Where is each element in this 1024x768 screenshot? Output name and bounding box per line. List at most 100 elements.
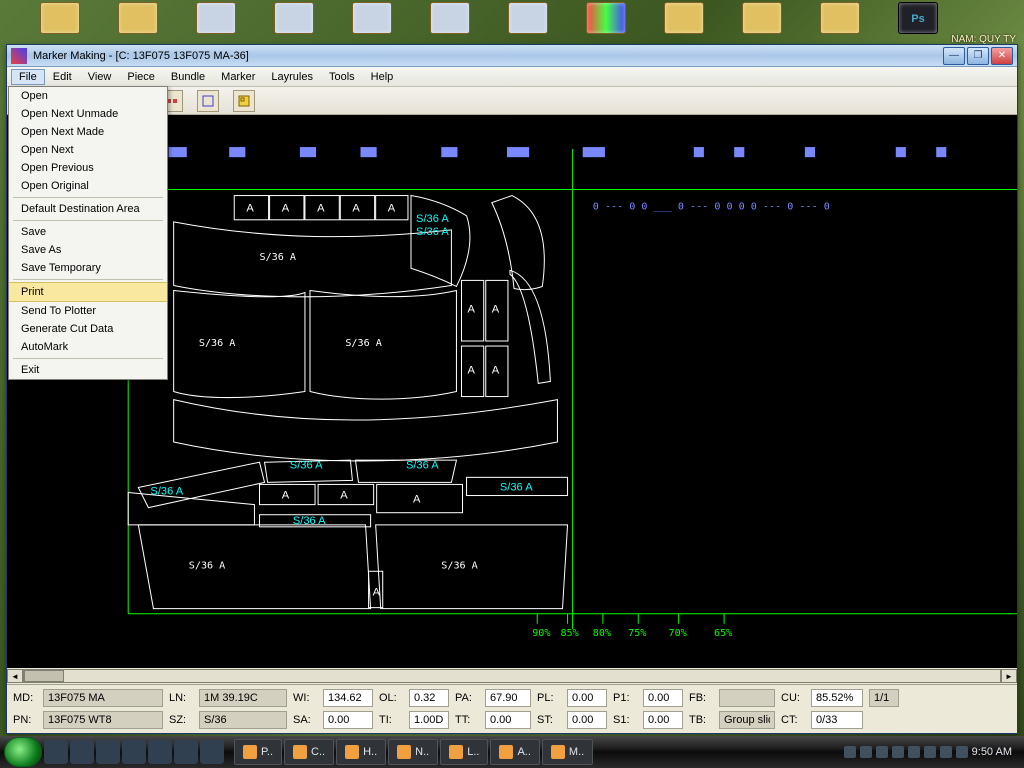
menu-exit[interactable]: Exit (9, 361, 167, 379)
desk-app-icon[interactable] (40, 2, 80, 34)
menu-save-temp[interactable]: Save Temporary (9, 259, 167, 277)
field-wi[interactable] (323, 689, 373, 707)
task-button[interactable]: H.. (336, 739, 386, 765)
desk-app-icon[interactable] (508, 2, 548, 34)
menu-bundle[interactable]: Bundle (163, 69, 213, 85)
field-st[interactable] (567, 711, 607, 729)
menu-print[interactable]: Print (9, 282, 167, 302)
menu-open[interactable]: Open (9, 87, 167, 105)
menu-tools[interactable]: Tools (321, 69, 363, 85)
field-ct[interactable] (811, 711, 863, 729)
task-button[interactable]: M.. (542, 739, 593, 765)
menu-layrules[interactable]: Layrules (263, 69, 321, 85)
menu-save-as[interactable]: Save As (9, 241, 167, 259)
quicklaunch-icon[interactable] (200, 740, 224, 764)
menu-piece[interactable]: Piece (119, 69, 163, 85)
scroll-right-icon[interactable]: ► (1001, 669, 1017, 683)
tray-icon[interactable] (924, 746, 936, 758)
field-pa[interactable] (485, 689, 531, 707)
menu-open-next-made[interactable]: Open Next Made (9, 123, 167, 141)
task-button[interactable]: C.. (284, 739, 334, 765)
menu-open-next-unmade[interactable]: Open Next Unmade (9, 105, 167, 123)
svg-text:S/36 A: S/36 A (500, 481, 533, 493)
svg-text:S/36 A: S/36 A (260, 252, 296, 263)
app-icon (11, 48, 27, 64)
menu-send-plotter[interactable]: Send To Plotter (9, 302, 167, 320)
maximize-button[interactable]: ❐ (967, 47, 989, 65)
field-tb[interactable] (719, 711, 775, 729)
field-ln[interactable] (199, 689, 287, 707)
system-tray[interactable]: 9:50 AM (836, 746, 1020, 758)
menu-help[interactable]: Help (363, 69, 402, 85)
start-button[interactable] (4, 737, 42, 767)
quicklaunch-icon[interactable] (122, 740, 146, 764)
menu-save[interactable]: Save (9, 223, 167, 241)
task-button[interactable]: N.. (388, 739, 438, 765)
menu-gen-cut[interactable]: Generate Cut Data (9, 320, 167, 338)
field-sz[interactable] (199, 711, 287, 729)
field-fb[interactable] (719, 689, 775, 707)
quicklaunch-icon[interactable] (96, 740, 120, 764)
field-ol[interactable] (409, 689, 449, 707)
scroll-thumb[interactable] (24, 670, 64, 682)
desk-app-icon[interactable] (820, 2, 860, 34)
quicklaunch-icon[interactable] (174, 740, 198, 764)
toolbar-button[interactable] (197, 90, 219, 112)
svg-text:A: A (282, 203, 290, 215)
menu-open-previous[interactable]: Open Previous (9, 159, 167, 177)
menu-file[interactable]: File (11, 69, 45, 85)
tray-icon[interactable] (940, 746, 952, 758)
label-ct: CT: (781, 714, 805, 726)
label-s1: S1: (613, 714, 637, 726)
desktop-launcher-row: Ps (0, 0, 1024, 42)
menu-default-dest[interactable]: Default Destination Area (9, 200, 167, 218)
field-ti[interactable] (409, 711, 449, 729)
titlebar[interactable]: Marker Making - [C: 13F075 13F075 MA-36]… (7, 45, 1017, 67)
field-sa[interactable] (323, 711, 373, 729)
menu-edit[interactable]: Edit (45, 69, 80, 85)
field-pn[interactable] (43, 711, 163, 729)
menu-marker[interactable]: Marker (213, 69, 263, 85)
svg-text:A: A (468, 304, 476, 316)
field-tt[interactable] (485, 711, 531, 729)
task-button[interactable]: A.. (490, 739, 539, 765)
label-pn: PN: (13, 714, 37, 726)
field-s1[interactable] (643, 711, 683, 729)
field-cu[interactable] (811, 689, 863, 707)
menu-open-original[interactable]: Open Original (9, 177, 167, 195)
desk-app-icon[interactable] (274, 2, 314, 34)
tray-icon[interactable] (876, 746, 888, 758)
tray-icon[interactable] (860, 746, 872, 758)
desk-app-icon[interactable] (586, 2, 626, 34)
clock[interactable]: 9:50 AM (972, 746, 1012, 758)
desk-app-icon[interactable] (742, 2, 782, 34)
field-pl[interactable] (567, 689, 607, 707)
menu-open-next[interactable]: Open Next (9, 141, 167, 159)
close-button[interactable]: ✕ (991, 47, 1013, 65)
task-button[interactable]: P.. (234, 739, 282, 765)
menu-view[interactable]: View (80, 69, 120, 85)
quicklaunch-icon[interactable] (148, 740, 172, 764)
field-p1[interactable] (643, 689, 683, 707)
horizontal-scrollbar[interactable]: ◄ ► (7, 668, 1017, 684)
photoshop-icon[interactable]: Ps (898, 2, 938, 34)
desk-app-icon[interactable] (352, 2, 392, 34)
task-button[interactable]: L.. (440, 739, 488, 765)
field-md[interactable] (43, 689, 163, 707)
menu-automark[interactable]: AutoMark (9, 338, 167, 356)
minimize-button[interactable]: — (943, 47, 965, 65)
quicklaunch-icon[interactable] (70, 740, 94, 764)
tray-icon[interactable] (892, 746, 904, 758)
desk-app-icon[interactable] (664, 2, 704, 34)
desk-app-icon[interactable] (430, 2, 470, 34)
toolbar-button[interactable] (233, 90, 255, 112)
scroll-left-icon[interactable]: ◄ (7, 669, 23, 683)
tray-icon[interactable] (956, 746, 968, 758)
svg-text:90%: 90% (532, 628, 550, 639)
quicklaunch-icon[interactable] (44, 740, 68, 764)
tray-icon[interactable] (908, 746, 920, 758)
field-cu2[interactable] (869, 689, 899, 707)
tray-icon[interactable] (844, 746, 856, 758)
desk-app-icon[interactable] (196, 2, 236, 34)
desk-app-icon[interactable] (118, 2, 158, 34)
